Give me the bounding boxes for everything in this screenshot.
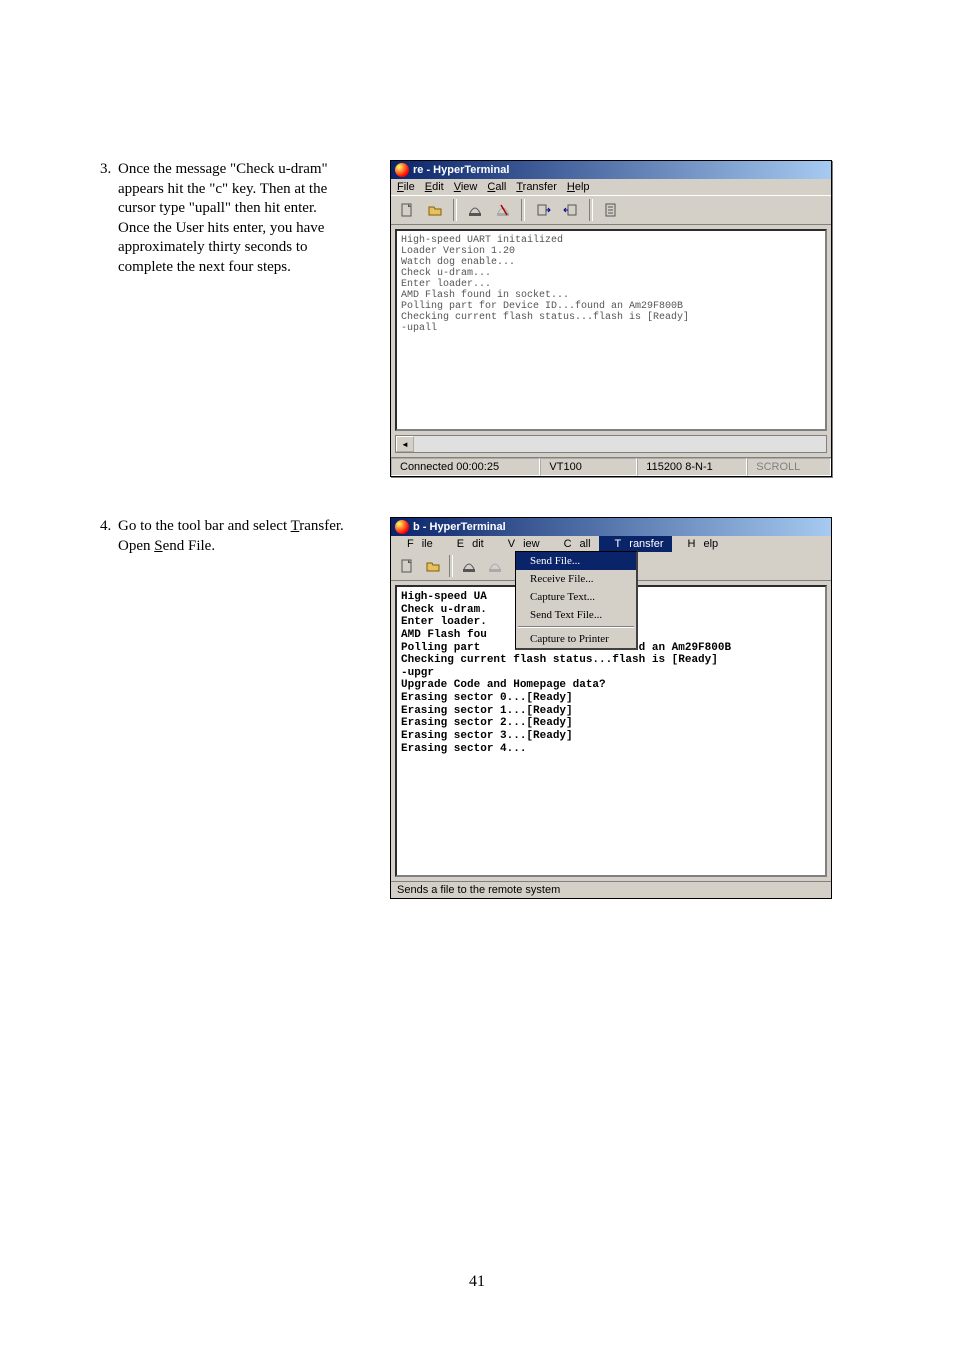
- step-4-prefix: Go to the tool bar and select: [118, 518, 291, 534]
- properties-button[interactable]: [599, 198, 623, 222]
- menubar-2: File Edit View Call Transfer Help: [391, 536, 831, 552]
- connect-button[interactable]: [463, 198, 487, 222]
- disconnect-button[interactable]: [491, 198, 515, 222]
- menu-transfer[interactable]: Transfer: [516, 181, 557, 193]
- menu-file-2[interactable]: File: [391, 536, 441, 552]
- window-title-2: b - HyperTerminal: [413, 521, 506, 533]
- step-4-send-rest: end File.: [163, 538, 216, 554]
- disconnect-button-2[interactable]: [483, 554, 507, 578]
- step-4-text: 4. Go to the tool bar and select Transfe…: [100, 517, 350, 899]
- menu-view[interactable]: View: [454, 181, 478, 193]
- app-icon: [395, 163, 409, 177]
- scroll-track[interactable]: [414, 436, 826, 452]
- dropdown-separator: [518, 626, 634, 628]
- toolbar-separator: [521, 199, 525, 221]
- open-button[interactable]: [423, 198, 447, 222]
- menu-call-2[interactable]: Call: [548, 536, 599, 552]
- toolbar-separator: [453, 199, 457, 221]
- dropdown-send-text-file[interactable]: Send Text File...: [516, 606, 636, 624]
- transfer-dropdown: Send File... Receive File... Capture Tex…: [515, 551, 638, 650]
- step-4-number: 4.: [100, 517, 118, 537]
- step-4-transfer-mnemonic: T: [291, 518, 300, 534]
- dropdown-receive-file[interactable]: Receive File...: [516, 570, 636, 588]
- titlebar-1[interactable]: re - HyperTerminal: [391, 161, 831, 179]
- status-baud: 115200 8-N-1: [637, 458, 747, 476]
- horizontal-scrollbar[interactable]: ◄: [395, 435, 827, 453]
- step-4-send-mnemonic: S: [154, 538, 162, 554]
- step-3-text: 3. Once the message "Check u-dram" appea…: [100, 160, 350, 477]
- open-button-2[interactable]: [421, 554, 445, 578]
- menubar-1: File Edit View Call Transfer Help: [391, 179, 831, 195]
- connect-button-2[interactable]: [457, 554, 481, 578]
- status-scroll: SCROLL: [747, 458, 831, 476]
- step-4-body: Go to the tool bar and select Transfer. …: [118, 517, 350, 556]
- send-button[interactable]: [531, 198, 555, 222]
- toolbar-separator: [449, 555, 453, 577]
- statusbar-2: Sends a file to the remote system: [391, 881, 831, 898]
- menu-transfer-2[interactable]: Transfer: [599, 536, 672, 552]
- menu-view-2[interactable]: View: [492, 536, 548, 552]
- menu-help[interactable]: Help: [567, 181, 590, 193]
- toolbar-separator: [589, 199, 593, 221]
- hyperterminal-window-1: re - HyperTerminal File Edit View Call T…: [390, 160, 832, 477]
- menu-call[interactable]: Call: [487, 181, 506, 193]
- menu-help-2[interactable]: Help: [672, 536, 727, 552]
- menu-edit[interactable]: Edit: [425, 181, 444, 193]
- terminal-output-1[interactable]: High-speed UART initailized Loader Versi…: [395, 229, 827, 431]
- app-icon: [395, 520, 409, 534]
- receive-button[interactable]: [559, 198, 583, 222]
- dropdown-capture-to-printer[interactable]: Capture to Printer: [516, 630, 636, 648]
- scroll-left-icon[interactable]: ◄: [396, 436, 414, 452]
- page-number: 41: [0, 1273, 954, 1291]
- statusbar-1: Connected 00:00:25 VT100 115200 8-N-1 SC…: [391, 457, 831, 476]
- step-3-body: Once the message "Check u-dram" appears …: [118, 160, 350, 277]
- new-button[interactable]: [395, 198, 419, 222]
- status-emulation: VT100: [540, 458, 637, 476]
- menu-file[interactable]: File: [397, 181, 415, 193]
- window-title-1: re - HyperTerminal: [413, 164, 509, 176]
- status-connected: Connected 00:00:25: [391, 458, 540, 476]
- dropdown-send-file[interactable]: Send File...: [516, 552, 636, 570]
- menu-edit-2[interactable]: Edit: [441, 536, 492, 552]
- dropdown-capture-text[interactable]: Capture Text...: [516, 588, 636, 606]
- new-button-2[interactable]: [395, 554, 419, 578]
- toolbar-1: [391, 195, 831, 225]
- step-3-number: 3.: [100, 160, 118, 180]
- titlebar-2[interactable]: b - HyperTerminal: [391, 518, 831, 536]
